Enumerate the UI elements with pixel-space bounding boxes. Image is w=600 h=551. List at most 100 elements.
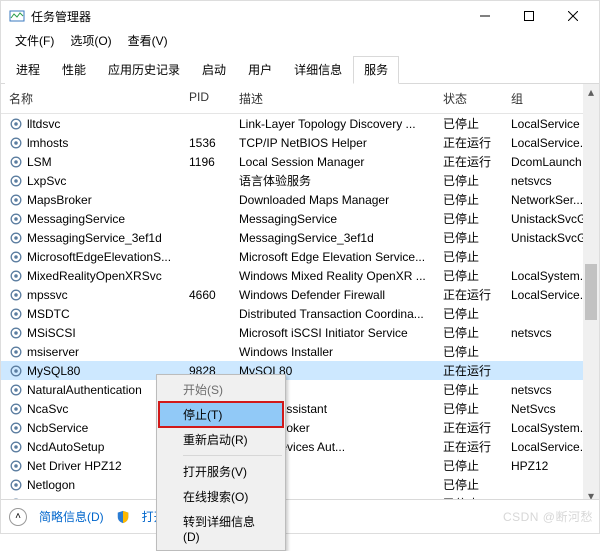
cell-pid: 1196 [181,154,231,170]
cell-desc: Link-Layer Topology Discovery ... [231,116,435,132]
ctx-start: 开始(S) [159,377,283,402]
service-row[interactable]: Net Driver HPZ12已停止HPZ12 [1,456,599,475]
cell-name: MessagingService_3ef1d [1,230,181,246]
cell-desc: 语言体验服务 [231,171,435,190]
cell-desc: Windows Mixed Reality OpenXR ... [231,268,435,284]
ctx-open-services[interactable]: 打开服务(V) [159,459,283,484]
cell-status: 已停止 [435,228,503,247]
cell-name: lmhosts [1,135,181,151]
tab-1[interactable]: 性能 [51,56,97,84]
cell-status: 已停止 [435,171,503,190]
col-status[interactable]: 状态 [435,84,503,113]
fewer-details-icon[interactable]: ˄ [9,508,27,526]
tab-2[interactable]: 应用历史记录 [97,56,191,84]
cell-name: lltdsvc [1,116,181,132]
cell-status: 已停止 [435,304,503,323]
service-row[interactable]: NcaSvcectivity Assistant已停止NetSvcs [1,399,599,418]
col-name[interactable]: 名称 [1,84,181,113]
menu-options[interactable]: 选项(O) [62,31,119,51]
cell-name: LxpSvc [1,173,181,189]
service-row[interactable]: lltdsvc Link-Layer Topology Discovery ...… [1,114,599,133]
cell-desc: Microsoft iSCSI Initiator Service [231,325,435,341]
service-row[interactable]: LSM1196Local Session Manager正在运行DcomLaun… [1,152,599,171]
service-row[interactable]: mpssvc4660Windows Defender Firewall正在运行L… [1,285,599,304]
cell-name: msiserver [1,344,181,360]
tab-strip: 进程性能应用历史记录启动用户详细信息服务 [1,51,599,84]
cell-desc: MessagingService_3ef1d [231,230,435,246]
maximize-button[interactable] [507,2,551,30]
cell-desc: Windows Installer [231,344,435,360]
menu-view[interactable]: 查看(V) [120,31,176,51]
cell-name: NcdAutoSetup [1,439,181,455]
cell-desc: Microsoft Edge Elevation Service... [231,249,435,265]
app-icon [9,8,25,24]
tab-5[interactable]: 详细信息 [283,56,353,84]
ctx-search-online[interactable]: 在线搜索(O) [159,484,283,509]
services-grid: 名称 PID 描述 状态 组 lltdsvcLink-Layer Topolog… [1,84,599,504]
cell-name: MapsBroker [1,192,181,208]
cell-status: 正在运行 [435,418,503,437]
cell-desc: TCP/IP NetBIOS Helper [231,135,435,151]
menu-bar: 文件(F) 选项(O) 查看(V) [1,31,599,51]
service-row[interactable]: NcdAutoSetupected Devices Aut...正在运行Loca… [1,437,599,456]
service-row[interactable]: NaturalAuthentication已停止netsvcs [1,380,599,399]
cell-pid [181,199,231,201]
menu-file[interactable]: 文件(F) [7,31,62,51]
service-row[interactable]: MixedRealityOpenXRSvc Windows Mixed Reali… [1,266,599,285]
service-row[interactable]: MicrosoftEdgeElevationS... Microsoft Edge… [1,247,599,266]
service-row[interactable]: MSDTCDistributed Transaction Coordina...… [1,304,599,323]
service-row[interactable]: Netlogon 已停止 [1,475,599,494]
ctx-separator [183,455,282,456]
tab-3[interactable]: 启动 [191,56,237,84]
cell-name: NcaSvc [1,401,181,417]
vertical-scrollbar[interactable]: ▴ ▾ [583,84,599,504]
cell-name: mpssvc [1,287,181,303]
cell-pid [181,351,231,353]
cell-name: NcbService [1,420,181,436]
cell-name: NaturalAuthentication [1,382,181,398]
col-desc[interactable]: 描述 [231,84,435,113]
cell-status: 已停止 [435,475,503,494]
ctx-stop[interactable]: 停止(T) [159,402,283,427]
ctx-goto-details[interactable]: 转到详细信息(D) [159,509,283,548]
cell-status: 已停止 [435,247,503,266]
minimize-button[interactable] [463,2,507,30]
cell-desc: MessagingService [231,211,435,227]
service-row[interactable]: msiserverWindows Installer已停止 [1,342,599,361]
cell-pid: 1536 [181,135,231,151]
tab-4[interactable]: 用户 [237,56,283,84]
cell-status: 正在运行 [435,361,503,380]
tab-6[interactable]: 服务 [353,56,399,84]
cell-status: 已停止 [435,399,503,418]
tab-0[interactable]: 进程 [5,56,51,84]
title-bar: 任务管理器 [1,1,599,31]
scroll-thumb[interactable] [585,264,597,320]
cell-status: 正在运行 [435,152,503,171]
cell-pid [181,275,231,277]
service-row[interactable]: MessagingService_3ef1d MessagingService_3… [1,228,599,247]
service-row[interactable]: MySQL809828MySQL80正在运行 [1,361,599,380]
close-button[interactable] [551,2,595,30]
cell-name: Netlogon [1,477,181,493]
col-pid[interactable]: PID [181,84,231,113]
service-row[interactable]: NcbServiceection Broker正在运行LocalSystem..… [1,418,599,437]
service-row[interactable]: MapsBrokerDownloaded Maps Manager已停止Netw… [1,190,599,209]
service-row[interactable]: lmhosts1536TCP/IP NetBIOS Helper正在运行Loca… [1,133,599,152]
service-row[interactable]: MessagingServiceMessagingService已停止Unist… [1,209,599,228]
cell-status: 已停止 [435,209,503,228]
cell-desc: Windows Defender Firewall [231,287,435,303]
cell-status: 正在运行 [435,437,503,456]
cell-name: MicrosoftEdgeElevationS... [1,249,181,265]
cell-pid [181,218,231,220]
ctx-restart[interactable]: 重新启动(R) [159,427,283,452]
cell-status: 正在运行 [435,285,503,304]
service-row[interactable]: MSiSCSIMicrosoft iSCSI Initiator Service… [1,323,599,342]
fewer-details-link[interactable]: 简略信息(D) [39,508,104,525]
scroll-up-icon[interactable]: ▴ [583,84,599,100]
cell-pid [181,313,231,315]
service-row[interactable]: LxpSvc语言体验服务已停止netsvcs [1,171,599,190]
cell-status: 已停止 [435,190,503,209]
cell-desc: Local Session Manager [231,154,435,170]
cell-name: MixedRealityOpenXRSvc [1,268,181,284]
cell-status: 正在运行 [435,133,503,152]
